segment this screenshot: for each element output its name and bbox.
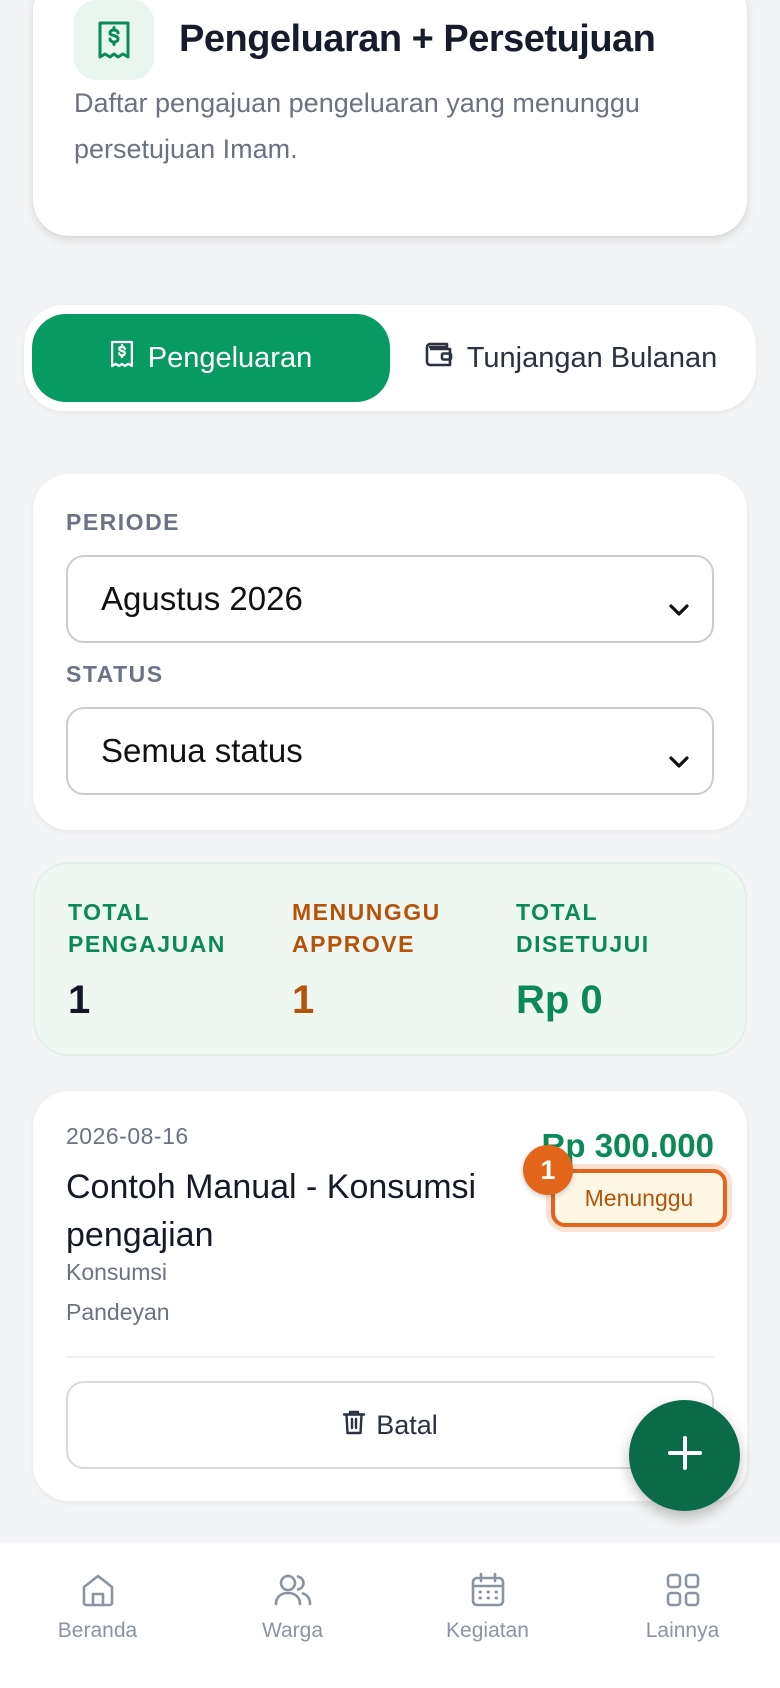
status-value: Semua status: [101, 732, 303, 769]
tab-label: Pengeluaran: [147, 341, 313, 374]
tab-bar: Pengeluaran Tunjangan Bulanan: [24, 305, 756, 411]
bottom-nav: Beranda Warga Kegiatan Lainnya: [0, 1541, 780, 1688]
summary-label: TOTAL PENGAJUAN: [68, 899, 226, 957]
expense-location: Pandeyan: [66, 1299, 170, 1325]
summary-value: 1: [292, 978, 315, 1022]
divider: [66, 1356, 714, 1358]
chevron-down-icon: [668, 587, 690, 625]
nav-label: Warga: [261, 1619, 324, 1642]
summary-value: 1: [68, 978, 91, 1022]
status-badge[interactable]: Menunggu: [551, 1169, 727, 1227]
page-description: Daftar pengajuan pengeluaran yang menung…: [74, 88, 640, 164]
summary-card: TOTAL PENGAJUAN 1 MENUNGGU APPROVE 1 TOT…: [33, 862, 747, 1056]
summary-menunggu-approve: MENUNGGU APPROVE 1: [292, 896, 502, 1023]
page-title: Pengeluaran + Persetujuan: [179, 18, 656, 60]
wallet-icon: [425, 341, 453, 375]
status-select[interactable]: Semua status: [66, 707, 714, 795]
header-card: Pengeluaran + Persetujuan Daftar pengaju…: [33, 0, 747, 236]
trash-icon: [342, 1409, 366, 1442]
period-value: Agustus 2026: [101, 580, 303, 617]
tab-pengeluaran[interactable]: Pengeluaran: [32, 314, 390, 402]
grid-icon: [665, 1572, 701, 1613]
tab-label: Tunjangan Bulanan: [466, 341, 718, 374]
receipt-icon: [110, 340, 134, 376]
plus-icon: [667, 1435, 703, 1476]
summary-label: TOTAL DISETUJUI: [516, 899, 650, 957]
receipt-icon: [74, 0, 154, 80]
summary-value: Rp 0: [516, 978, 603, 1022]
cancel-label: Batal: [376, 1409, 438, 1440]
chevron-down-icon: [668, 739, 690, 777]
summary-label: MENUNGGU APPROVE: [292, 899, 441, 957]
nav-item-kegiatan[interactable]: Kegiatan: [390, 1542, 585, 1688]
tab-tunjangan-bulanan[interactable]: Tunjangan Bulanan: [392, 314, 750, 402]
cancel-button[interactable]: Batal: [66, 1381, 714, 1469]
annotation-marker: 1: [523, 1145, 573, 1195]
add-expense-button[interactable]: [629, 1400, 740, 1511]
nav-label: Lainnya: [645, 1619, 720, 1642]
nav-label: Beranda: [57, 1619, 138, 1642]
calendar-icon: [470, 1572, 506, 1613]
expense-title: Contoh Manual - Konsumsi pengajian: [66, 1168, 477, 1254]
nav-item-lainnya[interactable]: Lainnya: [585, 1542, 780, 1688]
period-select[interactable]: Agustus 2026: [66, 555, 714, 643]
expense-category: Konsumsi: [66, 1259, 167, 1285]
status-label: STATUS: [66, 661, 164, 687]
page: Pengeluaran + Persetujuan Daftar pengaju…: [0, 0, 780, 1688]
period-label: PERIODE: [66, 509, 181, 535]
users-icon: [274, 1572, 312, 1613]
summary-total-disetujui: TOTAL DISETUJUI Rp 0: [516, 896, 726, 1023]
filter-card: PERIODE Agustus 2026 STATUS Semua status: [33, 474, 747, 830]
nav-item-beranda[interactable]: Beranda: [0, 1542, 195, 1688]
summary-total-pengajuan: TOTAL PENGAJUAN 1: [68, 896, 278, 1023]
nav-label: Kegiatan: [446, 1619, 529, 1642]
expense-date: 2026-08-16: [66, 1123, 189, 1149]
nav-item-warga[interactable]: Warga: [195, 1542, 390, 1688]
home-icon: [80, 1572, 116, 1613]
